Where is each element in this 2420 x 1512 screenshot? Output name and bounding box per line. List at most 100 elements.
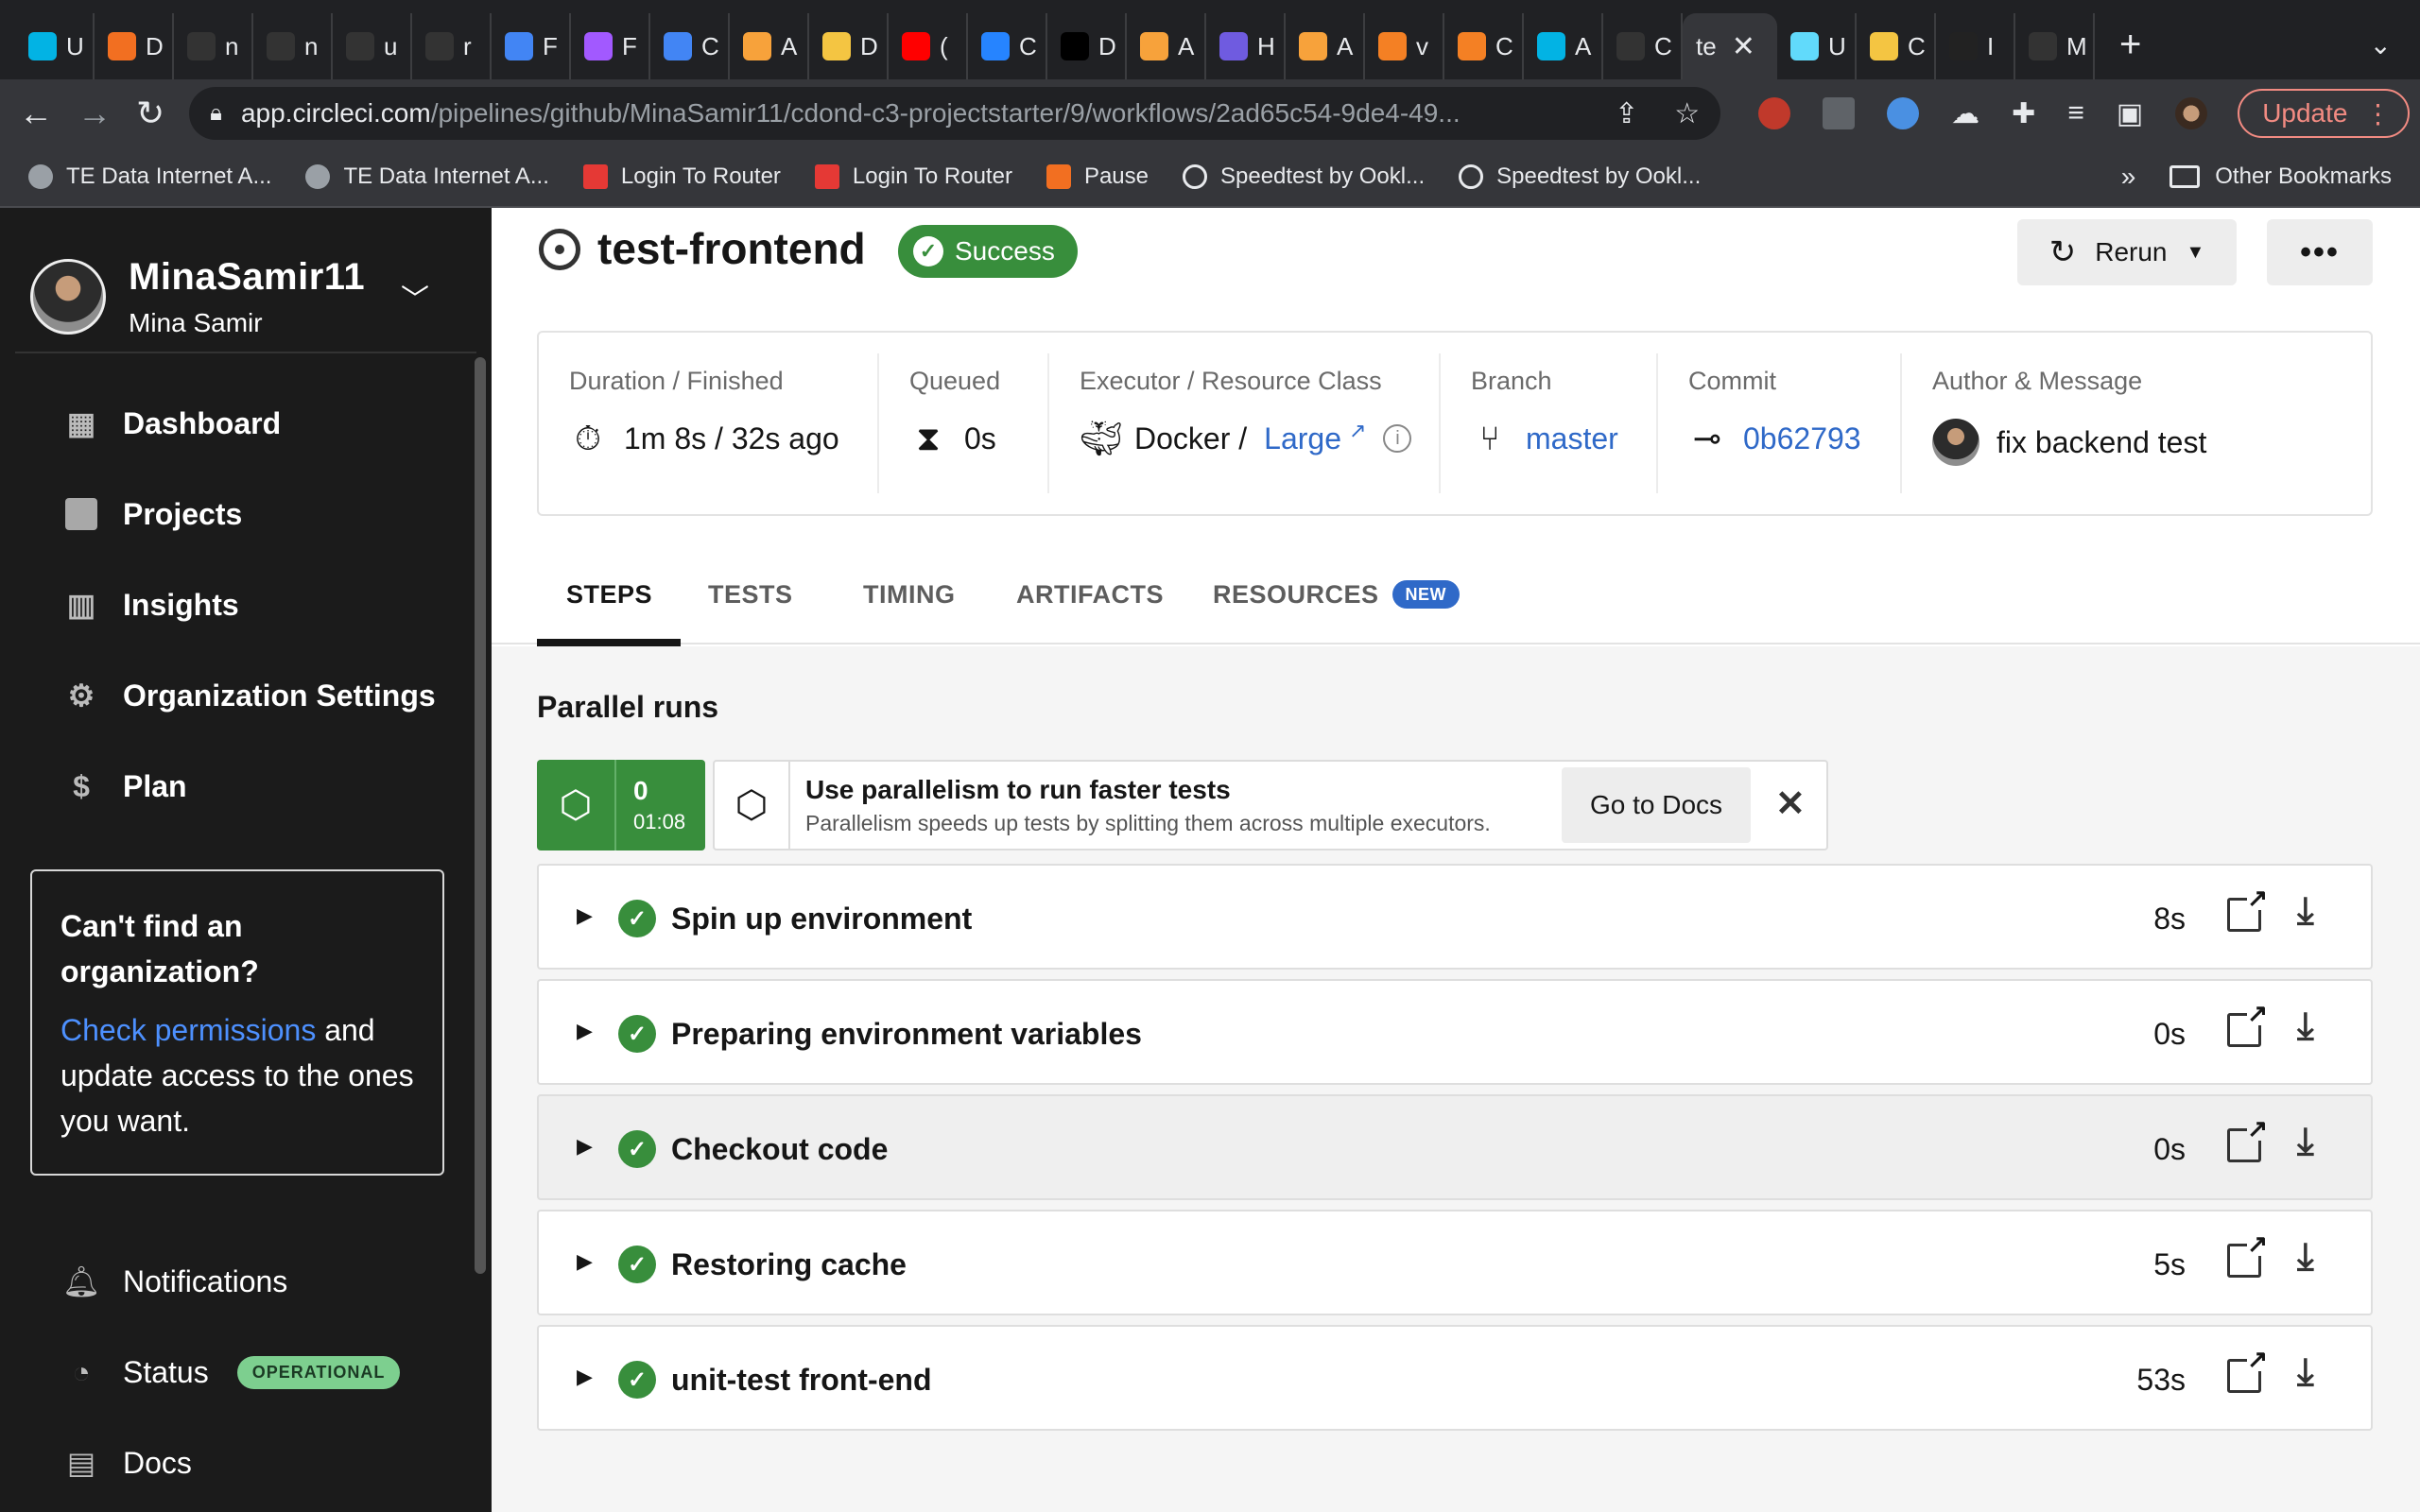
side-panel-icon[interactable]: ▣	[2117, 97, 2143, 130]
caret-right-icon[interactable]: ▶	[577, 1134, 593, 1159]
browser-tab[interactable]: A	[1286, 13, 1365, 79]
bookmark-item[interactable]: TE Data Internet A...	[305, 163, 549, 190]
other-bookmarks[interactable]: Other Bookmarks	[2169, 163, 2392, 190]
sidebar-scrollbar[interactable]	[475, 357, 486, 1274]
bookmark-item[interactable]: Speedtest by Ookl...	[1459, 163, 1701, 190]
browser-tab[interactable]: C	[1603, 13, 1683, 79]
caret-right-icon[interactable]: ▶	[577, 1365, 593, 1389]
caret-right-icon[interactable]: ▶	[577, 1019, 593, 1043]
tab-resources[interactable]: RESOURCES NEW	[1213, 580, 1461, 610]
bookmark-star-icon[interactable]: ☆	[1674, 97, 1700, 130]
commit-link[interactable]: 0b62793	[1743, 421, 1861, 456]
bookmark-item[interactable]: Login To Router	[582, 163, 781, 190]
tab-timing[interactable]: TIMING	[863, 580, 956, 610]
browser-tab[interactable]: M	[2015, 13, 2095, 79]
browser-tab[interactable]: C	[1444, 13, 1524, 79]
browser-tab[interactable]: D	[1047, 13, 1127, 79]
download-icon[interactable]: ⤓	[2297, 1121, 2314, 1163]
address-bar[interactable]: 🔒︎ app.circleci.com/pipelines/github/Min…	[189, 87, 1721, 140]
extension-icon[interactable]	[1887, 97, 1920, 129]
sidebar-item-notifications[interactable]: 🔔︎ Notifications	[0, 1236, 492, 1327]
bookmarks-overflow[interactable]: »	[2121, 162, 2136, 192]
update-button[interactable]: Update ⋮	[2238, 89, 2411, 138]
chevron-down-icon[interactable]: ﹀	[401, 276, 429, 318]
profile-avatar[interactable]	[2175, 97, 2208, 129]
sidebar-item-plan[interactable]: $ Plan	[0, 741, 492, 832]
org-switcher[interactable]: MinaSamir11 Mina Samir ﹀	[15, 208, 476, 353]
reload-icon[interactable]: ↻	[136, 94, 164, 133]
extension-icon[interactable]	[1758, 97, 1791, 129]
browser-tab[interactable]: C	[650, 13, 730, 79]
more-actions-button[interactable]: •••	[2267, 219, 2373, 285]
browser-tab[interactable]: u	[333, 13, 412, 79]
media-control-icon[interactable]: ≡	[2067, 97, 2084, 129]
open-in-new-icon[interactable]	[2227, 1347, 2268, 1393]
check-permissions-link[interactable]: Check permissions	[60, 1013, 316, 1047]
bookmark-item[interactable]: Speedtest by Ookl...	[1183, 163, 1425, 190]
browser-tab[interactable]: n	[253, 13, 333, 79]
facebook-extension-icon[interactable]	[1823, 97, 1856, 129]
extension-icon[interactable]: ☁	[1951, 97, 1979, 130]
puzzle-icon[interactable]: ✚	[2012, 97, 2035, 130]
browser-tab[interactable]: F	[571, 13, 650, 79]
download-icon[interactable]: ⤓	[2297, 890, 2314, 933]
close-icon[interactable]: ✕	[1775, 782, 1806, 825]
rerun-button[interactable]: ↻ Rerun ▼	[2017, 219, 2237, 285]
browser-tab[interactable]: U	[1777, 13, 1857, 79]
browser-tab[interactable]: F	[492, 13, 571, 79]
browser-tab[interactable]: D	[95, 13, 174, 79]
step-row[interactable]: ▶ ✓ Spin up environment 8s ⤓	[537, 864, 2373, 970]
step-row[interactable]: ▶ ✓ Restoring cache 5s ⤓	[537, 1210, 2373, 1315]
lock-icon[interactable]: 🔒︎	[210, 100, 222, 127]
download-icon[interactable]: ⤓	[2297, 1005, 2314, 1048]
tab-tests[interactable]: TESTS	[708, 580, 793, 610]
forward-icon[interactable]: →	[78, 94, 112, 133]
browser-tab[interactable]: A	[1127, 13, 1206, 79]
download-icon[interactable]: ⤓	[2297, 1236, 2314, 1279]
back-icon[interactable]: ←	[19, 94, 53, 133]
browser-tab[interactable]: D	[809, 13, 889, 79]
branch-link[interactable]: master	[1526, 421, 1618, 456]
tab-search-icon[interactable]: ⌄	[2370, 29, 2392, 60]
step-row[interactable]: ▶ ✓ Checkout code 0s ⤓	[537, 1094, 2373, 1200]
browser-tab[interactable]: r	[412, 13, 492, 79]
sidebar-item-docs[interactable]: ▤ Docs	[0, 1418, 492, 1508]
bookmark-item[interactable]: Pause	[1046, 163, 1149, 190]
bookmark-item[interactable]: Login To Router	[814, 163, 1012, 190]
close-icon[interactable]: ✕	[1732, 30, 1755, 63]
new-tab-icon[interactable]: +	[2119, 24, 2141, 66]
browser-tab[interactable]: v	[1365, 13, 1444, 79]
sidebar-item-dashboard[interactable]: ▦ Dashboard	[0, 378, 492, 469]
browser-tab[interactable]: A	[1524, 13, 1603, 79]
open-in-new-icon[interactable]	[2227, 1001, 2268, 1047]
caret-right-icon[interactable]: ▶	[577, 903, 593, 928]
browser-tab[interactable]: (	[889, 13, 968, 79]
browser-tab[interactable]: C	[968, 13, 1047, 79]
sidebar-item-organization-settings[interactable]: ⚙ Organization Settings	[0, 650, 492, 741]
browser-tab[interactable]: n	[174, 13, 253, 79]
caret-right-icon[interactable]: ▶	[577, 1249, 593, 1274]
active-tab[interactable]: te ✕	[1683, 13, 1777, 79]
resource-class-link[interactable]: Large	[1264, 421, 1341, 456]
sidebar-item-insights[interactable]: ▥ Insights	[0, 559, 492, 650]
tab-steps[interactable]: STEPS	[566, 580, 652, 610]
browser-tab[interactable]: C	[1857, 13, 1936, 79]
browser-tab[interactable]: I	[1936, 13, 2015, 79]
open-in-new-icon[interactable]	[2227, 1116, 2268, 1162]
info-icon[interactable]: i	[1383, 424, 1412, 453]
parallel-run-0[interactable]: ⬡ 0 01:08	[537, 760, 705, 850]
sidebar-item-projects[interactable]: Projects	[0, 469, 492, 559]
sidebar-item-status[interactable]: ◔ Status OPERATIONAL	[0, 1327, 492, 1418]
go-to-docs-button[interactable]: Go to Docs	[1562, 767, 1751, 843]
browser-tab[interactable]: U	[15, 13, 95, 79]
tab-artifacts[interactable]: ARTIFACTS	[1016, 580, 1164, 610]
share-icon[interactable]: ⇪	[1615, 97, 1638, 130]
step-row[interactable]: ▶ ✓ Preparing environment variables 0s ⤓	[537, 979, 2373, 1085]
open-in-new-icon[interactable]	[2227, 1231, 2268, 1278]
browser-tab[interactable]: H	[1206, 13, 1286, 79]
browser-tab[interactable]: A	[730, 13, 809, 79]
step-row[interactable]: ▶ ✓ unit-test front-end 53s ⤓	[537, 1325, 2373, 1431]
bookmark-item[interactable]: TE Data Internet A...	[28, 163, 271, 190]
download-icon[interactable]: ⤓	[2297, 1351, 2314, 1394]
open-in-new-icon[interactable]	[2227, 885, 2268, 932]
